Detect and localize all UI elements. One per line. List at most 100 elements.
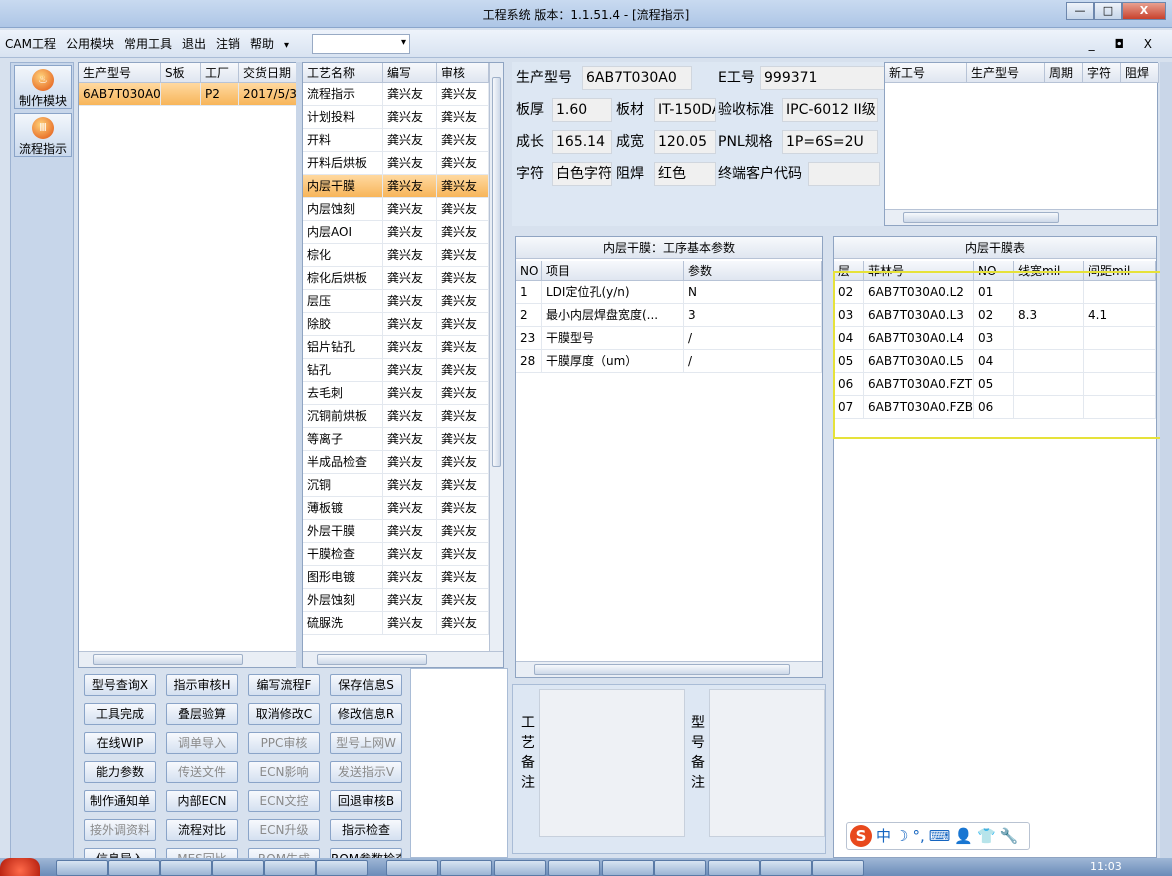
action-button[interactable]: 流程对比	[166, 819, 238, 841]
param-cell[interactable]: 干膜厚度（um）	[542, 350, 684, 373]
process-name-cell[interactable]: 开料	[303, 129, 383, 152]
newjob-col-header[interactable]: 阻焊	[1121, 63, 1159, 83]
order-col-header[interactable]: S板	[161, 63, 201, 83]
ime-tool-icon[interactable]: °,	[912, 823, 924, 849]
process-name-cell[interactable]: 棕化	[303, 244, 383, 267]
process-user-cell[interactable]: 龚兴友	[437, 543, 489, 566]
process-user-cell[interactable]: 龚兴友	[383, 543, 437, 566]
action-button[interactable]: 取消修改C	[248, 703, 320, 725]
param-cell[interactable]: /	[684, 327, 822, 350]
process-user-cell[interactable]: 龚兴友	[437, 566, 489, 589]
process-col-header[interactable]: 编写	[383, 63, 437, 83]
process-user-cell[interactable]: 龚兴友	[437, 497, 489, 520]
info-field[interactable]	[808, 162, 880, 186]
process-name-cell[interactable]: 硫脲洗	[303, 612, 383, 635]
action-button[interactable]: 叠层验算	[166, 703, 238, 725]
process-name-cell[interactable]: 等离子	[303, 428, 383, 451]
order-cell[interactable]	[161, 83, 201, 106]
info-field[interactable]: 6AB7T030A0	[582, 66, 692, 90]
action-button[interactable]: 回退审核B	[330, 790, 402, 812]
process-user-cell[interactable]: 龚兴友	[383, 221, 437, 244]
ime-tool-icon[interactable]: 👤	[954, 823, 973, 849]
process-user-cell[interactable]: 龚兴友	[437, 359, 489, 382]
process-user-cell[interactable]: 龚兴友	[383, 290, 437, 313]
mdi-controls[interactable]: _ ◘ X	[1089, 37, 1160, 51]
param-cell[interactable]: 最小内层焊盘宽度(...	[542, 304, 684, 327]
process-user-cell[interactable]: 龚兴友	[437, 520, 489, 543]
param-col-header[interactable]: NO	[516, 261, 542, 281]
process-col-header[interactable]: 工艺名称	[303, 63, 383, 83]
process-name-cell[interactable]: 薄板镀	[303, 497, 383, 520]
action-button[interactable]: 型号查询X	[84, 674, 156, 696]
process-user-cell[interactable]: 龚兴友	[437, 221, 489, 244]
menu-common-tools[interactable]: 常用工具	[119, 30, 177, 58]
close-button[interactable]: X	[1122, 2, 1166, 20]
process-user-cell[interactable]: 龚兴友	[437, 175, 489, 198]
process-name-cell[interactable]: 流程指示	[303, 83, 383, 106]
process-user-cell[interactable]: 龚兴友	[437, 451, 489, 474]
param-cell[interactable]: 干膜型号	[542, 327, 684, 350]
process-user-cell[interactable]: 龚兴友	[437, 313, 489, 336]
action-button[interactable]: 指示检查	[330, 819, 402, 841]
menu-public-module[interactable]: 公用模块	[61, 30, 119, 58]
process-user-cell[interactable]: 龚兴友	[437, 336, 489, 359]
taskbar-button[interactable]	[212, 860, 264, 876]
process-user-cell[interactable]: 龚兴友	[437, 198, 489, 221]
action-button[interactable]: 内部ECN	[166, 790, 238, 812]
toolbar-combo[interactable]	[312, 34, 410, 54]
info-field[interactable]: 白色字符	[552, 162, 612, 186]
param-hscroll[interactable]	[516, 661, 822, 677]
process-user-cell[interactable]: 龚兴友	[383, 359, 437, 382]
process-user-cell[interactable]: 龚兴友	[437, 405, 489, 428]
taskbar-button[interactable]	[602, 860, 654, 876]
process-note-textarea[interactable]	[539, 689, 685, 837]
order-cell[interactable]: P2	[201, 83, 239, 106]
taskbar-button[interactable]	[56, 860, 108, 876]
param-cell[interactable]: /	[684, 350, 822, 373]
process-name-cell[interactable]: 层压	[303, 290, 383, 313]
action-button[interactable]: 编写流程F	[248, 674, 320, 696]
info-field[interactable]: 120.05	[654, 130, 716, 154]
sidebar-make-module[interactable]: ♨ 制作模块	[14, 65, 72, 109]
info-field[interactable]: 165.14	[552, 130, 612, 154]
action-button[interactable]: 在线WIP	[84, 732, 156, 754]
taskbar-button[interactable]	[316, 860, 368, 876]
process-user-cell[interactable]: 龚兴友	[383, 382, 437, 405]
param-col-header[interactable]: 项目	[542, 261, 684, 281]
ime-tool-icon[interactable]: 🔧	[1000, 823, 1019, 849]
menu-cam[interactable]: CAM工程	[0, 30, 61, 58]
order-hscroll[interactable]	[79, 651, 297, 667]
process-name-cell[interactable]: 开料后烘板	[303, 152, 383, 175]
order-cell[interactable]: 2017/5/3	[239, 83, 297, 106]
start-button[interactable]	[0, 858, 40, 876]
process-hscroll[interactable]	[303, 651, 503, 667]
process-name-cell[interactable]: 内层蚀刻	[303, 198, 383, 221]
process-user-cell[interactable]: 龚兴友	[383, 152, 437, 175]
process-name-cell[interactable]: 去毛刺	[303, 382, 383, 405]
process-user-cell[interactable]: 龚兴友	[383, 428, 437, 451]
process-user-cell[interactable]: 龚兴友	[383, 520, 437, 543]
process-user-cell[interactable]: 龚兴友	[383, 566, 437, 589]
process-user-cell[interactable]: 龚兴友	[383, 267, 437, 290]
process-name-cell[interactable]: 沉铜前烘板	[303, 405, 383, 428]
process-name-cell[interactable]: 钻孔	[303, 359, 383, 382]
info-field[interactable]: 1.60	[552, 98, 612, 122]
process-user-cell[interactable]: 龚兴友	[383, 83, 437, 106]
param-col-header[interactable]: 参数	[684, 261, 822, 281]
param-cell[interactable]: 23	[516, 327, 542, 350]
process-name-cell[interactable]: 图形电镀	[303, 566, 383, 589]
taskbar-button[interactable]	[760, 860, 812, 876]
menu-exit[interactable]: 退出	[177, 30, 211, 58]
process-user-cell[interactable]: 龚兴友	[437, 267, 489, 290]
process-name-cell[interactable]: 内层干膜	[303, 175, 383, 198]
process-user-cell[interactable]: 龚兴友	[383, 129, 437, 152]
process-col-header[interactable]: 审核	[437, 63, 489, 83]
process-name-cell[interactable]: 内层AOI	[303, 221, 383, 244]
process-user-cell[interactable]: 龚兴友	[437, 589, 489, 612]
process-user-cell[interactable]: 龚兴友	[437, 612, 489, 635]
newjob-col-header[interactable]: 字符	[1083, 63, 1121, 83]
process-user-cell[interactable]: 龚兴友	[437, 290, 489, 313]
process-user-cell[interactable]: 龚兴友	[383, 451, 437, 474]
newjob-col-header[interactable]: 新工号	[885, 63, 967, 83]
process-user-cell[interactable]: 龚兴友	[437, 428, 489, 451]
